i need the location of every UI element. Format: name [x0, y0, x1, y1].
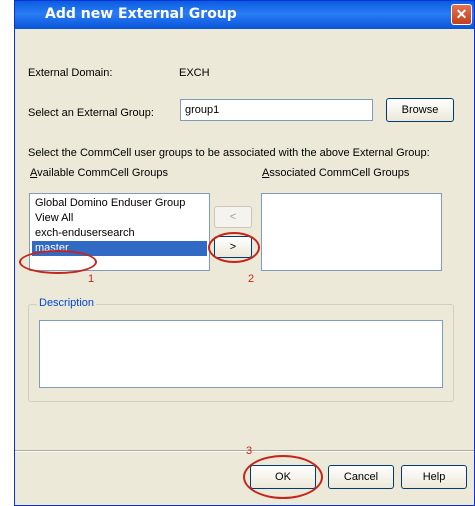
dialog-window: Add new External Group ✕ External Domain… [14, 0, 475, 506]
description-group: Description [28, 297, 454, 402]
description-textarea[interactable] [39, 320, 443, 388]
list-item[interactable]: Global Domino Enduser Group [32, 196, 207, 211]
description-legend: Description [37, 297, 97, 309]
footer-separator [15, 450, 474, 452]
list-item[interactable]: exch-endusersearch [32, 226, 207, 241]
callout-ellipse-master [19, 250, 97, 274]
callout-number-1: 1 [88, 273, 95, 285]
associated-groups-list[interactable] [261, 193, 442, 271]
instruction-text: Select the CommCell user groups to be as… [28, 147, 430, 159]
title-bar[interactable]: Add new External Group ✕ [15, 1, 474, 29]
callout-number-3: 3 [246, 445, 253, 457]
close-icon[interactable]: ✕ [451, 4, 472, 25]
external-domain-label: External Domain: [28, 67, 113, 79]
external-group-input[interactable]: group1 [180, 99, 373, 121]
remove-group-button[interactable]: < [214, 206, 252, 228]
list-item[interactable]: View All [32, 211, 207, 226]
associated-groups-label: Associated CommCell Groups [262, 167, 410, 179]
external-group-value: group1 [185, 104, 220, 116]
dialog-title: Add new External Group [45, 6, 237, 22]
cancel-button[interactable]: Cancel [328, 465, 394, 489]
callout-number-2: 2 [248, 273, 255, 285]
external-group-label: Select an External Group: [28, 107, 154, 119]
help-button[interactable]: Help [401, 465, 467, 489]
available-groups-label: Available CommCell Groups [30, 167, 168, 179]
callout-ellipse-add [208, 232, 260, 263]
external-domain-value: EXCH [179, 67, 210, 79]
callout-ellipse-ok [243, 455, 323, 499]
browse-button[interactable]: Browse [386, 98, 454, 122]
